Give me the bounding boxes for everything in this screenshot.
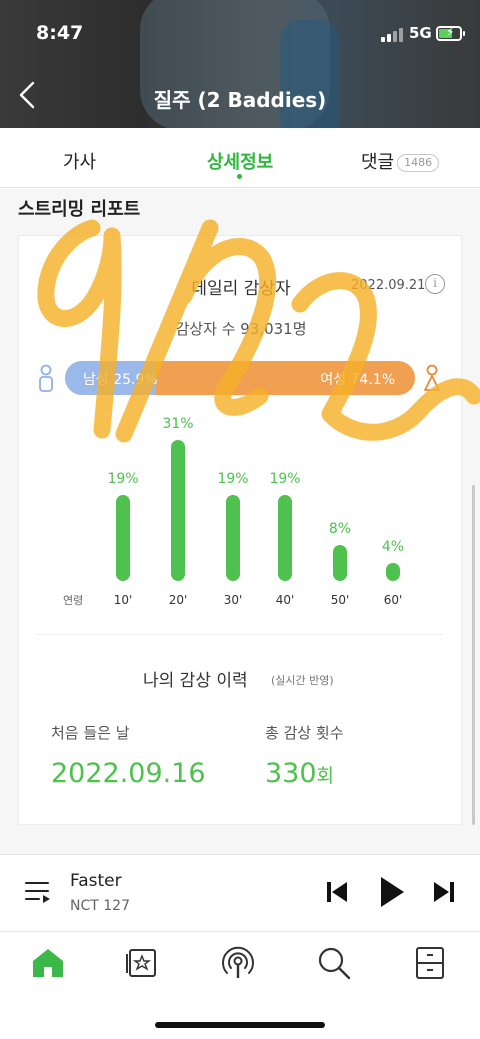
active-tab-indicator	[237, 174, 242, 179]
age-bar	[116, 494, 130, 581]
tab-lyrics[interactable]: 가사	[63, 148, 96, 174]
music-card-icon[interactable]	[124, 945, 160, 981]
age-bar	[333, 544, 347, 581]
song-header: 8:47 5G ⚡ 질주 (2 Baddies)	[0, 0, 480, 128]
age-bar-value: 19%	[107, 470, 139, 487]
age-bar-value: 19%	[269, 470, 301, 487]
tab-comments-label: 댓글	[361, 152, 395, 173]
streaming-report-card: 데일리 감상자 2022.09.21 i 감상자 수 93,031명 남성 25…	[18, 235, 462, 825]
now-playing-artist[interactable]: NCT 127	[70, 898, 130, 914]
details-content[interactable]: 스트리밍 리포트 데일리 감상자 2022.09.21 i 감상자 수 93,0…	[0, 189, 480, 854]
age-bar-chart: 연령 19% 10' 31% 20' 19% 30' 19% 40' 8% 50' 4% 60'	[19, 416, 463, 616]
age-bar-value: 8%	[328, 520, 352, 537]
status-time: 8:47	[36, 22, 84, 44]
page-title: 질주 (2 Baddies)	[153, 88, 327, 112]
age-tick-label: 60'	[383, 593, 403, 607]
listener-count: 감상자 수 93,031명	[175, 320, 307, 338]
age-bar	[171, 439, 185, 581]
play-icon[interactable]	[378, 875, 406, 909]
age-bar	[278, 494, 292, 581]
age-bar-value: 4%	[381, 538, 405, 555]
divider	[37, 634, 443, 635]
home-indicator[interactable]	[155, 1022, 325, 1028]
age-bar	[386, 562, 400, 581]
signal-icon	[381, 28, 403, 42]
battery-icon: ⚡	[436, 25, 465, 41]
age-tick-label: 40'	[275, 593, 295, 607]
age-bar-value: 31%	[162, 415, 194, 432]
my-history-title: 나의 감상 이력	[143, 671, 248, 691]
playlist-icon[interactable]	[24, 879, 52, 905]
podcast-icon[interactable]	[220, 945, 256, 981]
network-type: 5G	[409, 24, 432, 42]
now-playing-title[interactable]: Faster	[70, 871, 122, 891]
male-icon	[39, 364, 53, 392]
status-bar: 8:47 5G ⚡	[0, 0, 480, 60]
tab-bar: 가사 상세정보 댓글 1486	[0, 128, 480, 188]
tab-details[interactable]: 상세정보	[207, 148, 273, 174]
age-bar	[226, 494, 240, 581]
age-bar-value: 19%	[217, 470, 249, 487]
female-share-label: 여성 74.1%	[320, 372, 395, 388]
section-title: 스트리밍 리포트	[18, 199, 141, 220]
gender-ratio-bar: 남성 25.9% 여성 74.1%	[65, 361, 415, 395]
next-track-icon[interactable]	[432, 879, 456, 905]
total-plays-unit: 회	[316, 765, 335, 787]
comment-count-badge: 1486	[397, 154, 440, 172]
my-history-subtitle: (실시간 반영)	[271, 674, 334, 687]
age-tick-label: 10'	[113, 593, 133, 607]
first-listened-date: 2022.09.16	[51, 758, 206, 789]
age-tick-label: 20'	[168, 593, 188, 607]
age-axis-label: 연령	[63, 594, 84, 607]
total-plays-label: 총 감상 횟수	[265, 724, 344, 742]
previous-track-icon[interactable]	[325, 879, 349, 905]
mini-player[interactable]: Faster NCT 127	[0, 854, 480, 932]
age-tick-label: 30'	[223, 593, 243, 607]
report-date: 2022.09.21	[351, 278, 426, 293]
total-plays-number: 330	[265, 758, 317, 789]
first-listened-label: 처음 들은 날	[51, 724, 130, 742]
age-tick-label: 50'	[330, 593, 350, 607]
female-icon	[424, 364, 440, 391]
scrollbar[interactable]	[472, 485, 475, 825]
total-plays-value: 330회	[265, 758, 334, 789]
male-share-label: 남성 25.9%	[83, 372, 158, 388]
search-icon[interactable]	[316, 945, 352, 981]
storage-icon[interactable]	[412, 945, 448, 981]
home-icon[interactable]	[30, 945, 66, 981]
info-icon[interactable]: i	[425, 274, 445, 294]
tab-comments[interactable]: 댓글 1486	[361, 148, 440, 174]
